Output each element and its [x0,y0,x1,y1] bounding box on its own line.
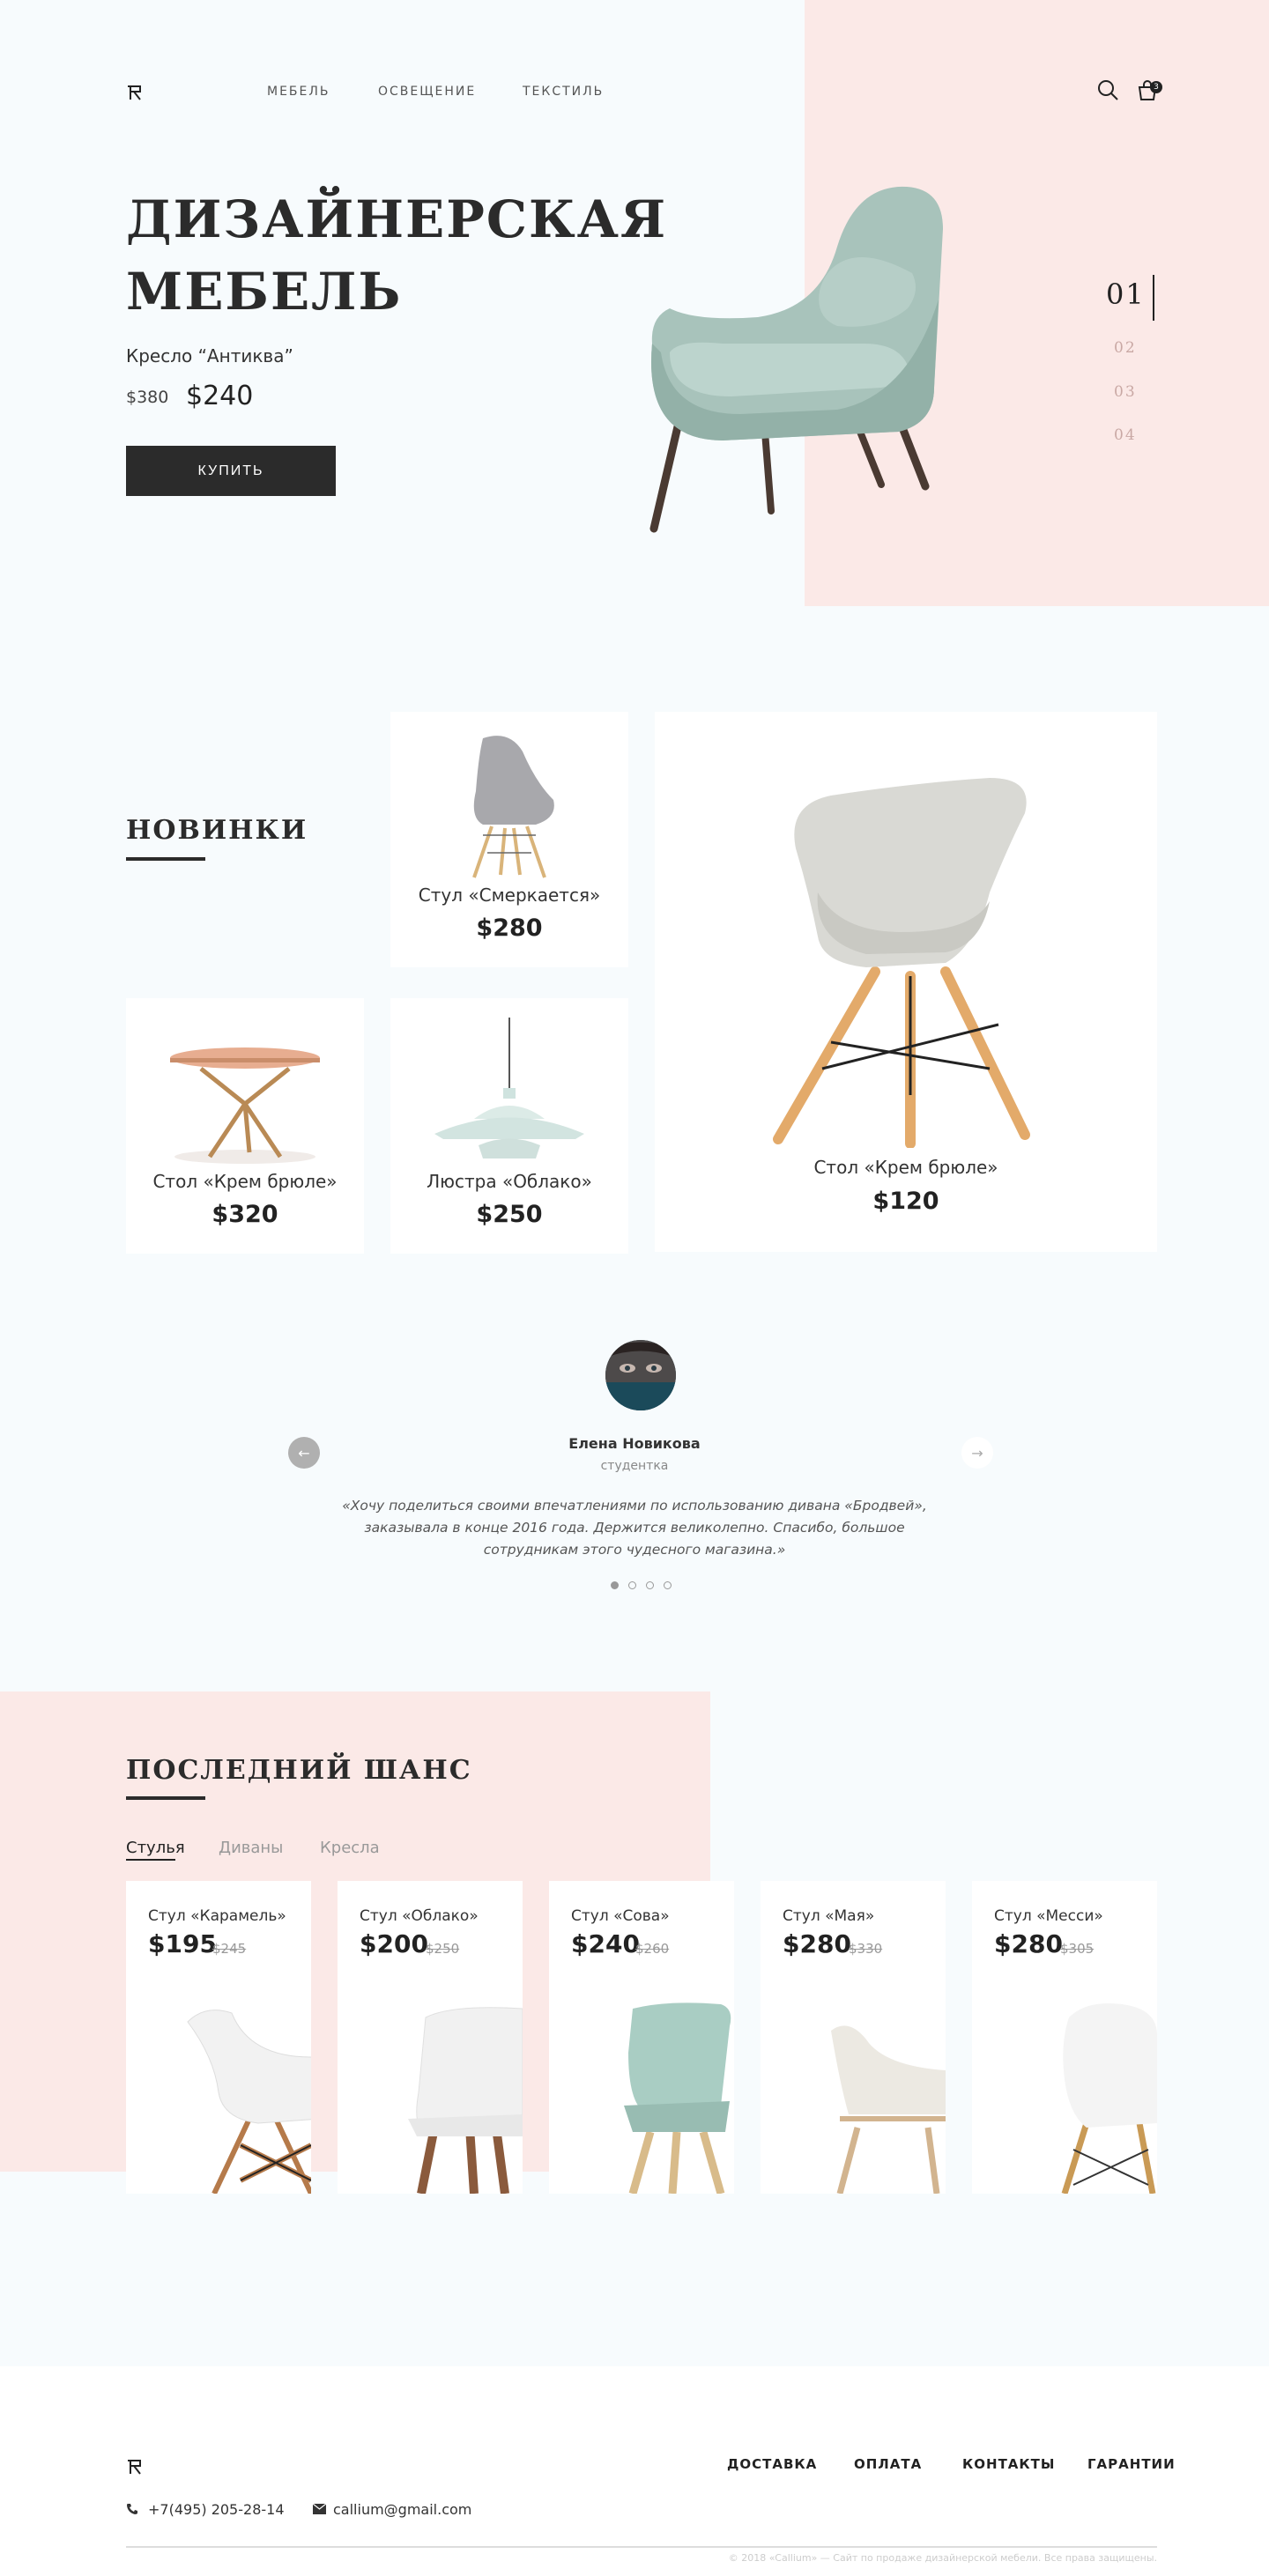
footer-nav-contacts[interactable]: КОНТАКТЫ [962,2456,1055,2472]
slide-2[interactable]: 02 [1114,339,1137,357]
nav-item-lighting[interactable]: ОСВЕЩЕНИЕ [378,85,476,99]
sale-product-name: Стул «Облако» [360,1907,479,1925]
avatar-face-icon [605,1340,676,1410]
pagination-dot[interactable] [664,1581,672,1589]
footer-divider [126,2546,1157,2548]
chair-image [187,2010,311,2194]
product-name: Стол «Крем брюле» [152,1171,338,1192]
new-items-title: НОВИНКИ [126,815,308,846]
slide-active-indicator [1153,275,1154,321]
sale-card-4[interactable]: Стул «Мая» $280 $330 [761,1881,946,2194]
prev-testimonial-button[interactable]: ← [288,1437,320,1469]
quote-line: «Хочу поделиться своими впечатлениями по… [342,1498,927,1514]
sale-product-name: Стул «Сова» [571,1907,670,1925]
tab-armchairs[interactable]: Кресла [320,1839,380,1857]
pagination-dot[interactable] [628,1581,636,1589]
sale-old-price: $245 [212,1941,247,1957]
new-items-underline [126,857,205,861]
chair-image [472,736,554,878]
sale-old-price: $305 [1060,1941,1095,1957]
product-card-1[interactable]: Стул «Смеркается» $280 [390,712,628,967]
slide-4[interactable]: 04 [1114,426,1137,444]
footer-phone[interactable]: +7(495) 205-28-14 [148,2501,285,2518]
chair-image [408,2007,523,2194]
sale-product-price: $240 [571,1929,640,1958]
pagination-dot[interactable] [646,1581,654,1589]
avatar [605,1340,676,1410]
hero-product-name: Кресло “Антиква” [126,345,293,366]
sale-old-price: $260 [635,1941,670,1957]
tab-active-underline [126,1859,175,1861]
sale-product-name: Стул «Месси» [994,1907,1103,1925]
tab-chairs[interactable]: Стулья [126,1839,185,1857]
footer-logo-icon[interactable] [126,2458,144,2476]
product-card-4[interactable]: Люстра «Облако» $250 [390,998,628,1254]
sale-card-2[interactable]: Стул «Облако» $200 $250 [338,1881,523,2194]
hero-armchair-image [649,186,943,533]
testimonial-quote: «Хочу поделиться своими впечатлениями по… [0,1495,1269,1561]
product-name: Стул «Смеркается» [418,885,601,906]
testimonial-role: студентка [600,1459,669,1473]
hero-title-line1: ДИЗАЙНЕРСКАЯ [126,189,668,249]
logo-icon[interactable] [126,84,144,101]
footer [0,2366,1269,2576]
buy-button[interactable]: КУПИТЬ [126,446,336,496]
footer-copyright: © 2018 «Callium» — Сайт по продаже дизай… [728,2552,1157,2564]
sale-product-name: Стул «Карамель» [148,1907,286,1925]
search-icon[interactable] [1096,78,1119,101]
pagination-dot-active[interactable] [611,1581,619,1589]
product-card-2[interactable]: Стол «Крем брюле» $120 [655,712,1157,1252]
chair-image [831,2025,946,2194]
chair-image [624,2002,731,2194]
product-price: $320 [212,1201,278,1228]
sale-product-price: $280 [783,1929,851,1958]
footer-email[interactable]: callium@gmail.com [333,2501,471,2518]
sale-product-price: $195 [148,1929,217,1958]
hero-old-price: $380 [126,388,169,407]
tab-sofas[interactable]: Диваны [219,1839,283,1857]
quote-line: сотрудникам этого чудесного магазина.» [483,1542,786,1558]
mail-icon [313,2504,326,2514]
slide-1[interactable]: 01 [1106,278,1146,311]
sale-card-1[interactable]: Стул «Карамель» $195 $245 [126,1881,311,2194]
quote-line: заказывала в конце 2016 года. Держится в… [364,1520,905,1536]
lamp-image [434,1018,584,1158]
nav-item-furniture[interactable]: МЕБЕЛЬ [267,85,330,99]
product-name: Люстра «Облако» [427,1171,592,1192]
footer-nav-delivery[interactable]: ДОСТАВКА [727,2456,817,2472]
cart-count-badge: 3 [1150,81,1162,93]
sale-old-price: $330 [849,1941,883,1957]
sale-product-price: $200 [360,1929,428,1958]
product-price: $250 [476,1201,543,1228]
product-price: $120 [872,1188,939,1215]
slide-3[interactable]: 03 [1114,383,1137,401]
product-name: Стол «Крем брюле» [813,1157,998,1178]
chair-image [1061,2003,1157,2194]
footer-nav-payment[interactable]: ОПЛАТА [854,2456,922,2472]
nav-item-textile[interactable]: ТЕКСТИЛЬ [523,85,604,99]
next-testimonial-button[interactable]: → [961,1437,993,1469]
hero-title: ДИЗАЙНЕРСКАЯ МЕБЕЛЬ [126,183,667,328]
sale-card-3[interactable]: Стул «Сова» $240 $260 [549,1881,734,2194]
chair-image [773,778,1030,1148]
testimonial-name: Елена Новикова [568,1435,701,1452]
product-card-3[interactable]: Стол «Крем брюле» $320 [126,998,364,1254]
hero-title-line2: МЕБЕЛЬ [126,262,403,322]
sale-product-price: $280 [994,1929,1063,1958]
phone-icon [127,2504,137,2514]
last-chance-title: ПОСЛЕДНИЙ ШАНС [126,1755,472,1786]
sale-product-name: Стул «Мая» [783,1907,875,1925]
table-image [170,1047,320,1164]
last-chance-underline [126,1796,205,1800]
product-price: $280 [476,914,543,942]
footer-nav-warranty[interactable]: ГАРАНТИИ [1087,2456,1176,2472]
sale-old-price: $250 [426,1941,460,1957]
sale-card-5[interactable]: Стул «Месси» $280 $305 [972,1881,1157,2194]
hero-new-price: $240 [186,381,254,411]
